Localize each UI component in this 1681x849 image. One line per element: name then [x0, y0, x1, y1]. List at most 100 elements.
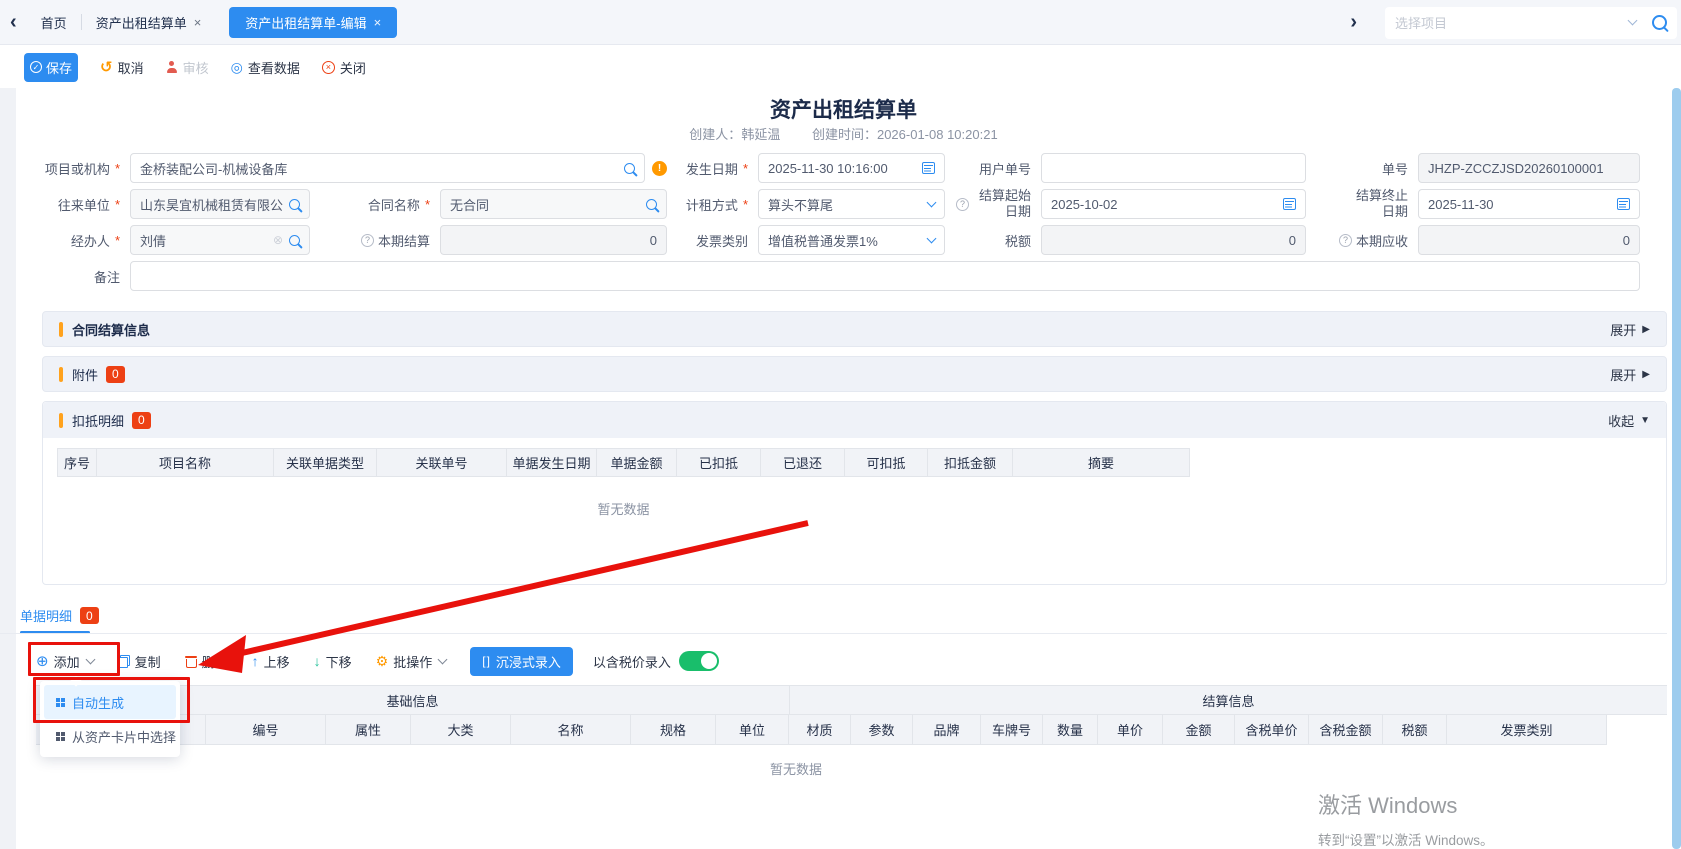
close-tab-icon[interactable]: ×	[374, 15, 382, 30]
period-settle-field: 0	[440, 225, 667, 255]
section-contract-info: 合同结算信息 展开▶	[42, 311, 1667, 347]
trash-icon	[185, 655, 197, 668]
count-badge: 0	[80, 607, 99, 624]
receivable-label: ? 本期应收	[1306, 222, 1418, 258]
occur-date-label: 发生日期*	[667, 150, 758, 186]
tax-entry-label: 以含税价录入	[593, 652, 671, 671]
section-deduction: 扣抵明细 0 收起▼ 序号 项目名称 关联单据类型 关联单号 单据发生日期 单据…	[42, 401, 1667, 585]
remark-field[interactable]	[130, 261, 1640, 291]
contract-field[interactable]: 无合同	[440, 189, 667, 219]
section-marker	[59, 367, 63, 382]
windows-activation-watermark: 激活 Windows 转到“设置”以激活 Windows。	[1318, 788, 1494, 849]
chevron-down-icon	[927, 233, 937, 243]
doc-no-label: 单号	[1306, 150, 1418, 186]
section-marker	[59, 413, 63, 428]
tax-label: 税额	[945, 222, 1041, 258]
warning-icon: !	[652, 161, 667, 176]
search-icon[interactable]	[646, 199, 657, 210]
section-attachments: 附件 0 展开▶	[42, 356, 1667, 392]
search-icon[interactable]	[289, 199, 300, 210]
help-icon: ?	[956, 198, 969, 211]
search-icon[interactable]	[624, 163, 635, 174]
close-tab-icon[interactable]: ×	[194, 15, 202, 30]
project-field[interactable]: 金桥装配公司-机械设备库	[130, 153, 645, 183]
doc-meta: 创建人：韩延温 创建时间：2026-01-08 10:20:21	[20, 124, 1667, 143]
rent-mode-select[interactable]: 算头不算尾	[758, 189, 945, 219]
settle-start-label: ? 结算起始日期	[945, 186, 1041, 222]
view-data-button[interactable]: ◎ 查看数据	[231, 58, 300, 77]
triangle-right-icon: ▶	[1642, 369, 1650, 380]
tabs-back-icon[interactable]: ‹	[0, 11, 27, 34]
tab-bar: ‹ 首页 资产出租结算单 × 资产出租结算单-编辑 × › 选择项目	[0, 0, 1681, 45]
created-label: 创建时间：	[812, 127, 877, 142]
tab-home[interactable]: 首页	[27, 0, 81, 45]
copy-button[interactable]: 复制	[118, 652, 161, 671]
tab-detail-lines[interactable]: 单据明细 0	[20, 606, 99, 625]
search-icon[interactable]	[1652, 15, 1667, 30]
expand-toggle[interactable]: 展开▶	[1610, 320, 1650, 339]
move-down-button[interactable]: ↓ 下移	[314, 652, 352, 671]
brackets-icon: []	[482, 654, 491, 668]
agent-label: 经办人*	[20, 222, 130, 258]
empty-placeholder: 暂无数据	[36, 745, 1556, 778]
arrow-up-icon: ↑	[252, 654, 259, 668]
empty-placeholder: 暂无数据	[57, 477, 1190, 518]
cancel-button[interactable]: ↺ 取消	[100, 58, 144, 77]
occur-date-field[interactable]: 2025-11-30 10:16:00	[758, 153, 945, 183]
collapse-toggle[interactable]: 收起▼	[1608, 411, 1650, 430]
close-circle-icon: ×	[322, 61, 335, 74]
section-title: 附件	[72, 365, 98, 384]
settle-end-field[interactable]: 2025-11-30	[1418, 189, 1640, 219]
calendar-icon[interactable]	[1283, 198, 1296, 210]
calendar-icon[interactable]	[1617, 198, 1630, 210]
help-icon: ?	[1339, 234, 1352, 247]
batch-ops-button[interactable]: ⚙ 批操作	[376, 652, 447, 671]
immersive-entry-button[interactable]: [] 沉浸式录入	[470, 647, 573, 676]
project-label: 项目或机构*	[20, 150, 130, 186]
calendar-icon[interactable]	[922, 162, 935, 174]
menu-item-from-asset-card[interactable]: 从资产卡片中选择	[44, 719, 176, 753]
save-button[interactable]: ✓ 保存	[24, 53, 78, 82]
settle-start-field[interactable]: 2025-10-02	[1041, 189, 1306, 219]
creator-label: 创建人：	[689, 127, 741, 142]
view-icon: ◎	[231, 60, 243, 74]
invoice-type-select[interactable]: 增值税普通发票1%	[758, 225, 945, 255]
partner-label: 往来单位*	[20, 186, 130, 222]
tab-settlement-edit[interactable]: 资产出租结算单-编辑 ×	[229, 7, 397, 38]
left-gutter	[0, 88, 16, 849]
section-marker	[59, 322, 63, 337]
remark-label: 备注	[20, 258, 130, 294]
period-settle-label: ? 本期结算	[310, 222, 440, 258]
search-icon[interactable]	[289, 235, 300, 246]
project-select[interactable]: 选择项目	[1385, 7, 1677, 39]
agent-field[interactable]: 刘倩 ⊗	[130, 225, 310, 255]
tax-entry-toggle[interactable]	[679, 651, 719, 671]
page-title: 资产出租结算单	[20, 94, 1667, 124]
chevron-down-icon	[927, 197, 937, 207]
expand-toggle[interactable]: 展开▶	[1610, 365, 1650, 384]
undo-icon: ↺	[100, 60, 113, 75]
chevron-down-icon	[438, 654, 448, 664]
clear-icon[interactable]: ⊗	[273, 234, 283, 246]
contract-label: 合同名称*	[310, 186, 440, 222]
tab-settlement-list[interactable]: 资产出租结算单 ×	[82, 0, 216, 45]
doc-no-field: JHZP-ZCCZJSD20260100001	[1418, 153, 1640, 183]
deduction-table-header: 序号 项目名称 关联单据类型 关联单号 单据发生日期 单据金额 已扣抵 已退还 …	[57, 448, 1666, 477]
header-form: 项目或机构* 金桥装配公司-机械设备库 ! 发生日期* 2025-11-30 1…	[20, 150, 1640, 294]
delete-button[interactable]: 删除	[185, 652, 228, 671]
gear-icon: ⚙	[376, 654, 389, 668]
user-no-field[interactable]	[1041, 153, 1306, 183]
count-badge: 0	[106, 366, 125, 383]
partner-field[interactable]: 山东昊宜机械租赁有限公司	[130, 189, 310, 219]
detail-toolbar: ⊕ 添加 复制 删除 ↑ 上移 ↓ 下移 ⚙ 批操作 [] 沉浸式录入 以含税价…	[36, 645, 719, 677]
tabs-forward-icon[interactable]: ›	[1340, 11, 1367, 34]
project-select-placeholder: 选择项目	[1395, 13, 1629, 32]
section-title: 合同结算信息	[72, 320, 150, 339]
move-up-button[interactable]: ↑ 上移	[252, 652, 290, 671]
vertical-scrollbar[interactable]	[1672, 88, 1681, 849]
close-button[interactable]: × 关闭	[322, 58, 366, 77]
check-circle-icon: ✓	[30, 61, 42, 73]
section-title: 扣抵明细	[72, 411, 124, 430]
grid-icon	[56, 732, 65, 741]
detail-table-groups: 基础信息 结算信息	[36, 685, 1667, 715]
